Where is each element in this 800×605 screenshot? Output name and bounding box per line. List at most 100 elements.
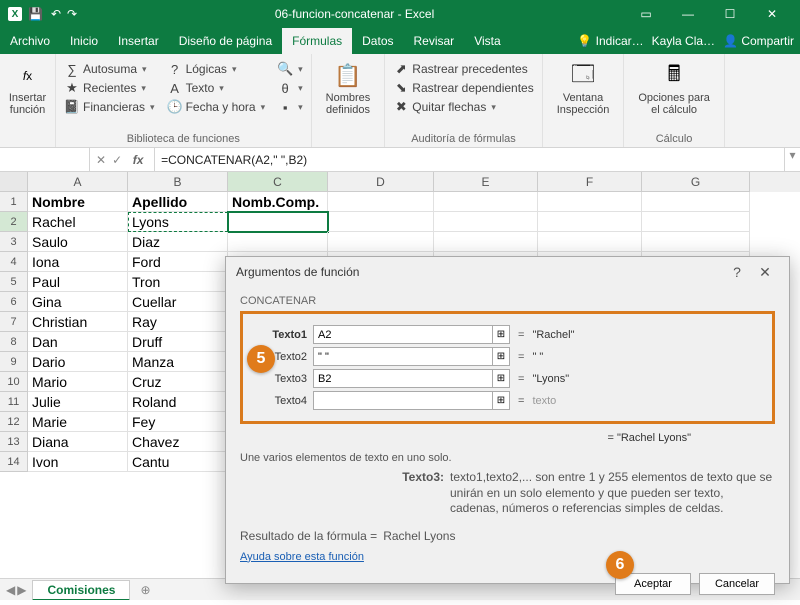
row-header[interactable]: 5 (0, 272, 28, 292)
cell[interactable]: Manza (128, 352, 228, 372)
cell[interactable]: Dario (28, 352, 128, 372)
tab-revisar[interactable]: Revisar (404, 28, 465, 54)
formula-expand-icon[interactable]: ▾ (784, 148, 800, 171)
range-select-icon[interactable]: ⊞ (492, 347, 510, 366)
cell[interactable]: Gina (28, 292, 128, 312)
cell[interactable]: Mario (28, 372, 128, 392)
row-header[interactable]: 9 (0, 352, 28, 372)
row-header[interactable]: 3 (0, 232, 28, 252)
tab-datos[interactable]: Datos (352, 28, 403, 54)
cell[interactable] (538, 212, 642, 232)
cell[interactable]: Druff (128, 332, 228, 352)
cancel-button[interactable]: Cancelar (699, 573, 775, 595)
cell[interactable] (434, 192, 538, 212)
cell[interactable]: Chavez (128, 432, 228, 452)
col-header[interactable]: G (642, 172, 750, 192)
insert-function-button[interactable]: fx Insertar función (8, 58, 47, 118)
row-header[interactable]: 6 (0, 292, 28, 312)
watch-window-button[interactable]: 🗔 Ventana Inspección (551, 58, 616, 118)
arg-input[interactable] (313, 391, 493, 410)
maximize-icon[interactable]: ☐ (710, 2, 750, 26)
cell[interactable]: Ford (128, 252, 228, 272)
recent-button[interactable]: ★Recientes▾ (64, 79, 155, 97)
cell[interactable] (642, 192, 750, 212)
cell[interactable]: Diana (28, 432, 128, 452)
cell[interactable] (642, 232, 750, 252)
col-header[interactable]: D (328, 172, 434, 192)
cell[interactable]: Fey (128, 412, 228, 432)
row-header[interactable]: 10 (0, 372, 28, 392)
col-header[interactable]: B (128, 172, 228, 192)
cell[interactable]: Diaz (128, 232, 228, 252)
math-button[interactable]: θ▾ (277, 79, 303, 97)
trace-dependents-button[interactable]: ⬊Rastrear dependientes (393, 79, 533, 97)
defined-names-button[interactable]: 📋 Nombres definidos (320, 58, 377, 118)
col-header[interactable]: F (538, 172, 642, 192)
cell[interactable]: Cuellar (128, 292, 228, 312)
cell[interactable] (328, 232, 434, 252)
cell[interactable]: Paul (28, 272, 128, 292)
sheet-nav-prev-icon[interactable]: ◀ (6, 583, 15, 597)
cell[interactable]: Julie (28, 392, 128, 412)
cell[interactable] (538, 232, 642, 252)
row-header[interactable]: 2 (0, 212, 28, 232)
select-all-corner[interactable] (0, 172, 28, 192)
col-header[interactable]: C (228, 172, 328, 192)
tell-me[interactable]: 💡 Indicar… (577, 34, 643, 48)
calc-options-button[interactable]: 🖩 Opciones para el cálculo (632, 58, 716, 118)
autosum-button[interactable]: ∑Autosuma▾ (64, 60, 155, 78)
accept-formula-icon[interactable]: ✓ (112, 153, 122, 167)
cell[interactable]: Ivon (28, 452, 128, 472)
text-button[interactable]: ATexto▾ (167, 79, 266, 97)
cell[interactable]: Cruz (128, 372, 228, 392)
tab-vista[interactable]: Vista (464, 28, 510, 54)
trace-precedents-button[interactable]: ⬈Rastrear precedentes (393, 60, 533, 78)
dialog-help-icon[interactable]: ? (723, 264, 751, 280)
cell[interactable]: Nomb.Comp. (228, 192, 328, 212)
lookup-button[interactable]: 🔍▾ (277, 60, 303, 78)
tab-fórmulas[interactable]: Fórmulas (282, 28, 352, 54)
cell[interactable]: Christian (28, 312, 128, 332)
cell[interactable]: Nombre (28, 192, 128, 212)
more-button[interactable]: ▪▾ (277, 98, 303, 116)
new-sheet-button[interactable]: ⊕ (134, 579, 156, 601)
cell[interactable]: Lyons (128, 212, 228, 232)
sheet-tab[interactable]: Comisiones (32, 580, 130, 601)
name-box[interactable] (0, 148, 90, 171)
tab-insertar[interactable]: Insertar (108, 28, 169, 54)
cell[interactable] (538, 192, 642, 212)
formula-bar[interactable]: =CONCATENAR(A2," ",B2) (155, 148, 784, 171)
cell[interactable]: Cantu (128, 452, 228, 472)
date-button[interactable]: 🕒Fecha y hora▾ (167, 98, 266, 116)
cancel-formula-icon[interactable]: ✕ (96, 153, 106, 167)
tab-diseño de página[interactable]: Diseño de página (169, 28, 282, 54)
arg-input[interactable] (313, 325, 493, 344)
cell[interactable]: Iona (28, 252, 128, 272)
qat-redo-icon[interactable]: ↷ (67, 7, 77, 21)
row-header[interactable]: 7 (0, 312, 28, 332)
row-header[interactable]: 1 (0, 192, 28, 212)
tab-inicio[interactable]: Inicio (60, 28, 108, 54)
cell[interactable] (434, 212, 538, 232)
row-header[interactable]: 13 (0, 432, 28, 452)
row-header[interactable]: 12 (0, 412, 28, 432)
user-name[interactable]: Kayla Cla… (652, 34, 715, 48)
cell[interactable]: Dan (28, 332, 128, 352)
cell[interactable]: Rachel (28, 212, 128, 232)
col-header[interactable]: A (28, 172, 128, 192)
cell[interactable]: Roland (128, 392, 228, 412)
cell[interactable] (328, 192, 434, 212)
range-select-icon[interactable]: ⊞ (492, 391, 510, 410)
row-header[interactable]: 4 (0, 252, 28, 272)
cell[interactable] (434, 232, 538, 252)
sheet-nav-next-icon[interactable]: ▶ (17, 583, 26, 597)
row-header[interactable]: 14 (0, 452, 28, 472)
row-header[interactable]: 11 (0, 392, 28, 412)
arg-input[interactable] (313, 369, 493, 388)
qat-save-icon[interactable]: 💾 (28, 7, 43, 21)
cell[interactable] (228, 212, 328, 232)
arg-input[interactable] (313, 347, 493, 366)
cell[interactable] (642, 212, 750, 232)
cell[interactable]: Saulo (28, 232, 128, 252)
col-header[interactable]: E (434, 172, 538, 192)
